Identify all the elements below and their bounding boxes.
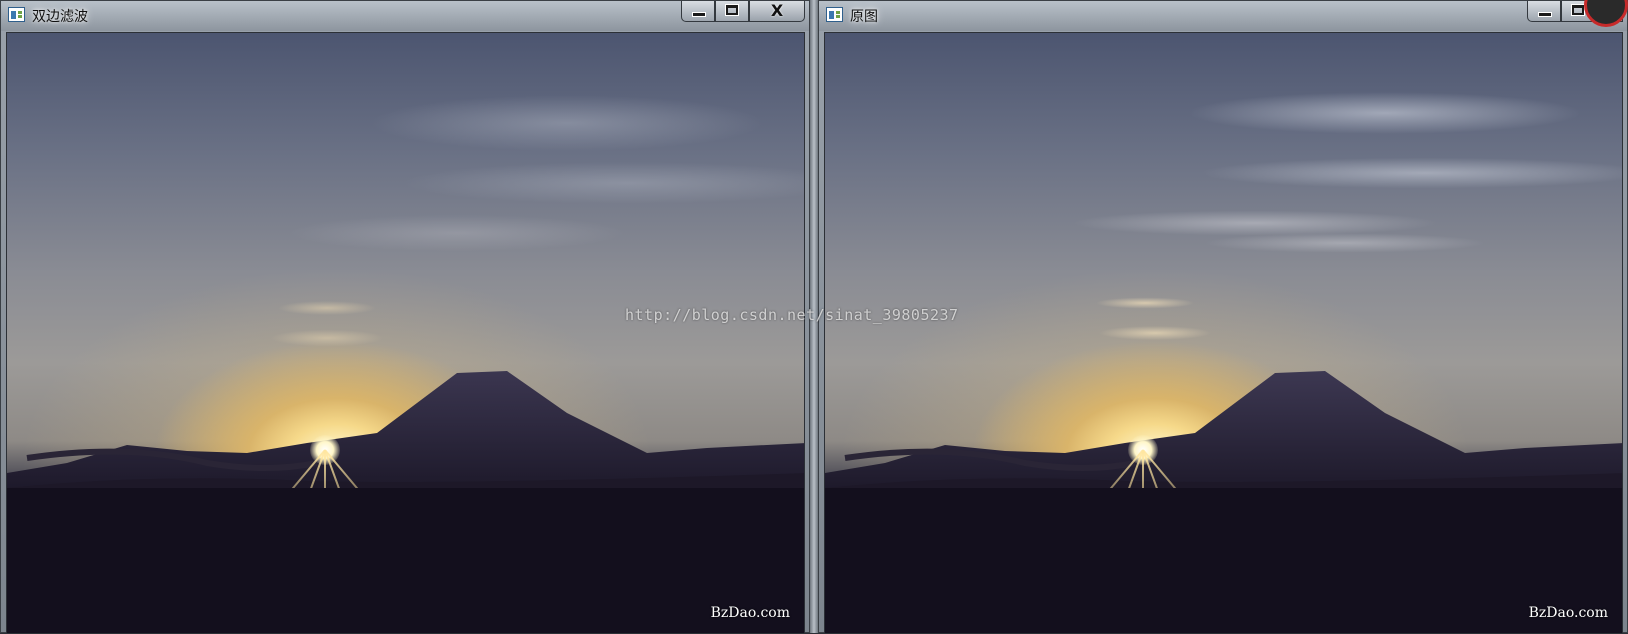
minimize-icon xyxy=(1539,13,1551,16)
corner-watermark: BzDao.com xyxy=(710,605,790,621)
close-icon: X xyxy=(770,1,784,20)
close-button[interactable] xyxy=(1584,0,1628,27)
foreground-ground xyxy=(7,488,804,633)
image-viewport: BzDao.com xyxy=(6,32,805,634)
close-badge-icon xyxy=(1584,0,1628,27)
original-image: BzDao.com xyxy=(825,33,1622,633)
minimize-button[interactable] xyxy=(1527,1,1561,22)
title-bar[interactable]: 双边滤波 X xyxy=(1,1,809,31)
maximize-icon xyxy=(1572,5,1584,15)
window-title: 双边滤波 xyxy=(32,9,88,25)
minimize-icon xyxy=(693,13,705,16)
foreground-ground xyxy=(825,488,1622,633)
corner-watermark: BzDao.com xyxy=(1528,605,1608,621)
maximize-icon xyxy=(726,5,738,15)
window-app-icon[interactable] xyxy=(8,7,25,22)
title-bar[interactable]: 原图 xyxy=(819,0,1628,31)
window-controls: X xyxy=(681,1,805,23)
image-viewport: BzDao.com xyxy=(824,32,1623,634)
window-controls xyxy=(1527,0,1628,27)
filtered-image: BzDao.com xyxy=(7,33,804,633)
maximize-button[interactable] xyxy=(715,1,749,22)
close-button[interactable]: X xyxy=(749,1,805,22)
window-title: 原图 xyxy=(850,9,878,25)
blog-url-watermark: http://blog.csdn.net/sinat_39805237 xyxy=(625,306,959,324)
minimize-button[interactable] xyxy=(681,1,715,22)
window-app-icon[interactable] xyxy=(826,7,843,22)
